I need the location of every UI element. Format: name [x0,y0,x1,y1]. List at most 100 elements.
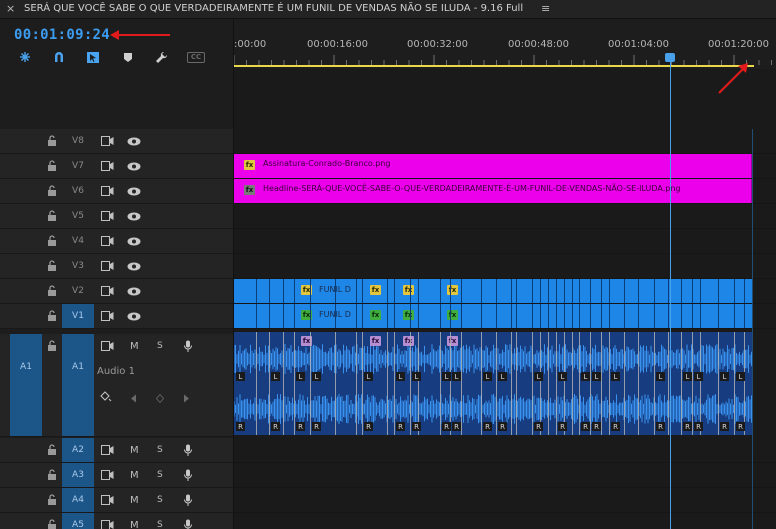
solo-button[interactable]: S [157,493,163,507]
clip-edit-point[interactable] [601,279,602,303]
eye-icon[interactable] [127,209,141,223]
clip-edit-point[interactable] [579,332,580,435]
track-name-a4[interactable]: A4 [62,488,94,512]
clip-edit-point[interactable] [609,304,610,328]
clip-edit-point[interactable] [362,332,363,435]
clip-edit-point[interactable] [734,304,735,328]
clip-edit-point[interactable] [590,304,591,328]
clip-edit-point[interactable] [532,332,533,435]
clip-edit-point[interactable] [681,304,682,328]
clip-edit-point[interactable] [461,279,462,303]
clip-edit-point[interactable] [356,332,357,435]
sync-lock-icon[interactable] [101,209,114,223]
clip-edit-point[interactable] [294,332,295,435]
clip-edit-point[interactable] [718,304,719,328]
close-tab-icon[interactable]: × [6,2,15,15]
microphone-icon[interactable] [183,468,193,482]
clip-edit-point[interactable] [269,304,270,328]
add-keyframe-icon[interactable] [156,391,164,405]
clip-edit-point[interactable] [496,279,497,303]
wrench-icon[interactable] [152,49,170,65]
clip-edit-point[interactable] [256,279,257,303]
sync-lock-icon[interactable] [101,493,114,507]
clip-edit-point[interactable] [356,279,357,303]
clip-edit-point[interactable] [450,332,451,435]
clip-headline[interactable]: fx Headline-SERÁ-QUE-VOCÊ-SABE-O-QUE-VER… [234,179,752,203]
time-ruler[interactable]: :00:00 00:00:16:00 00:00:32:00 00:00:48:… [234,19,776,69]
eye-icon[interactable] [127,309,141,323]
track-lane-a3[interactable] [234,463,776,488]
mute-button[interactable]: M [130,518,139,529]
sync-lock-icon[interactable] [101,284,114,298]
track-name-a5[interactable]: A5 [62,513,94,529]
sync-lock-icon[interactable] [101,234,114,248]
clip-edit-point[interactable] [294,279,295,303]
solo-button[interactable]: S [157,468,163,482]
clip-edit-point[interactable] [394,279,395,303]
clip-edit-point[interactable] [356,304,357,328]
lock-icon[interactable] [47,235,57,247]
clip-edit-point[interactable] [692,304,693,328]
clip-edit-point[interactable] [540,332,541,435]
clip-edit-point[interactable] [654,304,655,328]
clip-edit-point[interactable] [744,279,745,303]
lock-icon[interactable] [47,185,57,197]
lock-icon[interactable] [47,494,57,506]
clip-edit-point[interactable] [283,332,284,435]
clip-group-v2[interactable]: fx FUNIL D fx fx fx [234,279,752,303]
sync-lock-icon[interactable] [101,468,114,482]
clip-edit-point[interactable] [668,304,669,328]
microphone-icon[interactable] [183,339,193,353]
track-name-v3[interactable]: V3 [62,254,94,278]
clip-edit-point[interactable] [734,279,735,303]
clip-edit-point[interactable] [564,304,565,328]
clip-edit-point[interactable] [601,332,602,435]
marker-icon[interactable] [119,49,137,65]
clip-edit-point[interactable] [310,304,311,328]
lock-icon[interactable] [47,310,57,322]
track-name-v7[interactable]: V7 [62,154,94,178]
solo-button[interactable]: S [157,339,163,353]
lock-icon[interactable] [47,135,57,147]
clip-edit-point[interactable] [668,279,669,303]
clip-edit-point[interactable] [556,279,557,303]
clip-edit-point[interactable] [654,332,655,435]
clip-edit-point[interactable] [556,332,557,435]
lock-icon[interactable] [47,210,57,222]
clip-edit-point[interactable] [481,304,482,328]
clip-edit-point[interactable] [564,279,565,303]
clip-edit-point[interactable] [294,304,295,328]
clip-edit-point[interactable] [362,279,363,303]
clip-edit-point[interactable] [540,304,541,328]
sync-lock-icon[interactable] [101,518,114,529]
keyframe-toggle-icon[interactable] [100,390,112,404]
clip-assinatura[interactable]: fx Assinatura-Conrado-Branco.png [234,154,752,178]
previous-keyframe-icon[interactable] [130,391,137,405]
track-lane-v1[interactable]: fx FUNIL D fx fx fx [234,304,776,329]
clip-edit-point[interactable] [548,279,549,303]
microphone-icon[interactable] [183,518,193,529]
clip-edit-point[interactable] [744,332,745,435]
clip-edit-point[interactable] [718,332,719,435]
clip-edit-point[interactable] [269,279,270,303]
track-name-v4[interactable]: V4 [62,229,94,253]
clip-edit-point[interactable] [609,332,610,435]
track-lane-a5[interactable] [234,513,776,529]
clip-edit-point[interactable] [548,304,549,328]
snap-icon[interactable] [16,49,34,65]
clip-edit-point[interactable] [461,332,462,435]
track-name-v8[interactable]: V8 [62,129,94,153]
clip-group-v1[interactable]: fx FUNIL D fx fx fx [234,304,752,328]
clip-edit-point[interactable] [624,279,625,303]
clip-edit-point[interactable] [564,332,565,435]
clip-edit-point[interactable] [387,332,388,435]
clip-edit-point[interactable] [256,332,257,435]
clip-edit-point[interactable] [700,332,701,435]
clip-edit-point[interactable] [681,332,682,435]
track-lane-v5[interactable] [234,204,776,229]
clip-edit-point[interactable] [692,332,693,435]
track-name-v2[interactable]: V2 [62,279,94,303]
clip-edit-point[interactable] [734,332,735,435]
clip-edit-point[interactable] [744,304,745,328]
clip-edit-point[interactable] [410,304,411,328]
